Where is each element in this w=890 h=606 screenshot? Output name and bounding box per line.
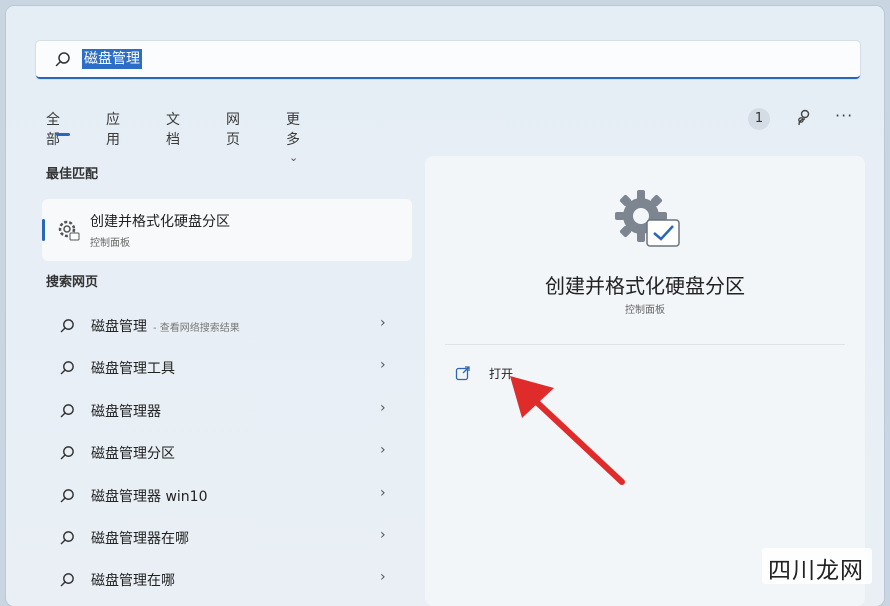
web-search-heading: 搜索网页 [46, 275, 99, 290]
chevron-right-icon: › [380, 569, 386, 585]
search-icon [60, 489, 74, 503]
chevron-right-icon: › [380, 357, 386, 373]
control-panel-gear-icon [58, 220, 80, 241]
more-options-icon[interactable]: ··· [835, 106, 853, 125]
search-icon [60, 531, 74, 545]
detail-subtitle: 控制面板 [625, 305, 665, 316]
chevron-right-icon: › [380, 400, 386, 416]
tab-more[interactable]: 更多 ⌄ [286, 109, 300, 165]
search-input[interactable]: 磁盘管理 [36, 41, 860, 79]
tab-apps[interactable]: 应用 [106, 109, 120, 149]
account-switch-icon[interactable] [794, 108, 814, 128]
web-result-item[interactable]: 磁盘管理 - 查看网络搜索结果 › [46, 306, 406, 342]
search-icon [60, 573, 74, 587]
web-result-label: 磁盘管理 - 查看网络搜索结果 [91, 319, 240, 335]
search-query-text[interactable]: 磁盘管理 [82, 49, 142, 69]
web-result-label: 磁盘管理器 [91, 404, 161, 420]
web-result-label: 磁盘管理工具 [91, 361, 175, 377]
search-icon [60, 404, 74, 418]
best-match-title: 创建并格式化硬盘分区 [90, 214, 230, 230]
detail-title: 创建并格式化硬盘分区 [545, 274, 745, 298]
search-icon [60, 319, 74, 333]
selection-indicator [42, 219, 45, 241]
best-match-item[interactable]: 创建并格式化硬盘分区 控制面板 [42, 199, 412, 261]
web-result-item[interactable]: 磁盘管理在哪 › [46, 560, 406, 596]
web-result-label: 磁盘管理分区 [91, 446, 175, 462]
web-result-label: 磁盘管理在哪 [91, 573, 175, 589]
watermark-text: 四川龙网 [768, 558, 864, 584]
web-result-item[interactable]: 磁盘管理工具 › [46, 348, 406, 384]
tab-more-label: 更多 [286, 112, 300, 148]
web-result-item[interactable]: 磁盘管理器在哪 › [46, 518, 406, 554]
open-external-icon [455, 366, 470, 381]
search-icon [60, 361, 74, 375]
web-result-item[interactable]: 磁盘管理器 › [46, 391, 406, 427]
chevron-right-icon: › [380, 315, 386, 331]
watermark: 四川龙网 [762, 548, 872, 584]
best-match-subtitle: 控制面板 [90, 238, 130, 249]
chevron-right-icon: › [380, 442, 386, 458]
chevron-right-icon: › [380, 527, 386, 543]
web-result-label: 磁盘管理器 win10 [91, 489, 208, 505]
red-arrow-annotation [510, 376, 625, 485]
chevron-down-icon: ⌄ [289, 151, 299, 164]
search-icon [60, 446, 74, 460]
web-result-item[interactable]: 磁盘管理分区 › [46, 433, 406, 469]
detail-divider [445, 344, 845, 345]
tab-documents[interactable]: 文档 [166, 109, 180, 149]
web-result-hint: - 查看网络搜索结果 [153, 323, 240, 334]
tab-all[interactable]: 全部 [46, 109, 70, 149]
search-icon [55, 52, 70, 67]
detail-pane: 创建并格式化硬盘分区 控制面板 打开 [425, 156, 865, 606]
web-result-item[interactable]: 磁盘管理器 win10 › [46, 476, 406, 512]
start-search-panel: 磁盘管理 全部 应用 文档 网页 更多 ⌄ 1 ··· 最佳匹配 创建并格式化硬盘… [6, 6, 884, 606]
best-match-heading: 最佳匹配 [46, 167, 99, 182]
result-count-badge: 1 [748, 108, 770, 130]
chevron-right-icon: › [380, 485, 386, 501]
web-result-label: 磁盘管理器在哪 [91, 531, 189, 547]
tab-web[interactable]: 网页 [226, 109, 240, 149]
control-panel-gear-icon [615, 190, 680, 247]
